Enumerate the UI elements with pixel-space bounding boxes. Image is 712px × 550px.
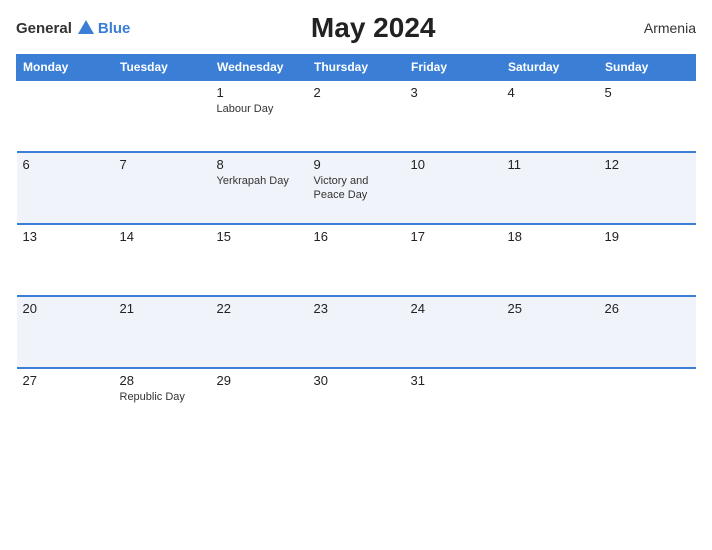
logo-blue: Blue bbox=[98, 20, 131, 37]
calendar-cell: 17 bbox=[405, 224, 502, 296]
day-number: 19 bbox=[605, 229, 690, 244]
holiday-label: Labour Day bbox=[217, 102, 302, 116]
week-row-5: 27 28 Republic Day 29 30 31 bbox=[17, 368, 696, 440]
calendar-cell: 9 Victory and Peace Day bbox=[308, 152, 405, 224]
day-number: 6 bbox=[23, 157, 108, 172]
calendar-cell: 5 bbox=[599, 80, 696, 152]
day-number: 4 bbox=[508, 85, 593, 100]
col-thursday: Thursday bbox=[308, 55, 405, 81]
month-title: May 2024 bbox=[130, 12, 616, 44]
day-number: 23 bbox=[314, 301, 399, 316]
calendar-cell bbox=[599, 368, 696, 440]
day-number: 20 bbox=[23, 301, 108, 316]
day-number: 12 bbox=[605, 157, 690, 172]
col-tuesday: Tuesday bbox=[114, 55, 211, 81]
calendar-cell: 1 Labour Day bbox=[211, 80, 308, 152]
header: General Blue May 2024 Armenia bbox=[16, 12, 696, 44]
week-row-1: 1 Labour Day 2345 bbox=[17, 80, 696, 152]
logo-general: General bbox=[16, 20, 72, 37]
calendar-cell: 20 bbox=[17, 296, 114, 368]
day-number: 11 bbox=[508, 157, 593, 172]
calendar-cell: 18 bbox=[502, 224, 599, 296]
day-number: 30 bbox=[314, 373, 399, 388]
day-number: 14 bbox=[120, 229, 205, 244]
calendar-cell: 11 bbox=[502, 152, 599, 224]
col-monday: Monday bbox=[17, 55, 114, 81]
calendar-cell: 30 bbox=[308, 368, 405, 440]
col-friday: Friday bbox=[405, 55, 502, 81]
calendar-cell: 10 bbox=[405, 152, 502, 224]
calendar-cell: 13 bbox=[17, 224, 114, 296]
calendar: Monday Tuesday Wednesday Thursday Friday… bbox=[16, 54, 696, 440]
calendar-cell: 15 bbox=[211, 224, 308, 296]
calendar-cell bbox=[17, 80, 114, 152]
day-number: 26 bbox=[605, 301, 690, 316]
day-number: 27 bbox=[23, 373, 108, 388]
country-label: Armenia bbox=[616, 20, 696, 36]
day-number: 2 bbox=[314, 85, 399, 100]
calendar-cell: 28 Republic Day bbox=[114, 368, 211, 440]
day-number: 1 bbox=[217, 85, 302, 100]
calendar-cell: 12 bbox=[599, 152, 696, 224]
logo-triangle-icon bbox=[78, 20, 94, 34]
day-number: 18 bbox=[508, 229, 593, 244]
calendar-cell: 2 bbox=[308, 80, 405, 152]
calendar-cell: 4 bbox=[502, 80, 599, 152]
calendar-header-row: Monday Tuesday Wednesday Thursday Friday… bbox=[17, 55, 696, 81]
calendar-cell: 26 bbox=[599, 296, 696, 368]
day-number: 9 bbox=[314, 157, 399, 172]
calendar-cell: 8 Yerkrapah Day bbox=[211, 152, 308, 224]
calendar-cell: 31 bbox=[405, 368, 502, 440]
day-number: 25 bbox=[508, 301, 593, 316]
calendar-cell: 23 bbox=[308, 296, 405, 368]
calendar-cell: 16 bbox=[308, 224, 405, 296]
calendar-cell: 6 bbox=[17, 152, 114, 224]
day-number: 8 bbox=[217, 157, 302, 172]
page: General Blue May 2024 Armenia Monday Tue… bbox=[0, 0, 712, 550]
holiday-label: Yerkrapah Day bbox=[217, 174, 302, 188]
calendar-cell bbox=[114, 80, 211, 152]
calendar-cell: 29 bbox=[211, 368, 308, 440]
col-wednesday: Wednesday bbox=[211, 55, 308, 81]
holiday-label: Republic Day bbox=[120, 390, 205, 404]
day-number: 22 bbox=[217, 301, 302, 316]
day-number: 28 bbox=[120, 373, 205, 388]
week-row-3: 13 14 15 16 17 18 19 bbox=[17, 224, 696, 296]
holiday-label: Victory and Peace Day bbox=[314, 174, 399, 203]
week-row-2: 678 Yerkrapah Day 9 Victory and Peace Day 10… bbox=[17, 152, 696, 224]
day-number: 17 bbox=[411, 229, 496, 244]
week-row-4: 20 21 22 23 24 25 26 bbox=[17, 296, 696, 368]
day-number: 13 bbox=[23, 229, 108, 244]
calendar-cell: 7 bbox=[114, 152, 211, 224]
day-number: 3 bbox=[411, 85, 496, 100]
day-number: 31 bbox=[411, 373, 496, 388]
col-sunday: Sunday bbox=[599, 55, 696, 81]
day-number: 21 bbox=[120, 301, 205, 316]
day-number: 29 bbox=[217, 373, 302, 388]
logo: General Blue bbox=[16, 20, 130, 37]
calendar-cell: 21 bbox=[114, 296, 211, 368]
day-number: 7 bbox=[120, 157, 205, 172]
calendar-cell: 25 bbox=[502, 296, 599, 368]
calendar-cell: 22 bbox=[211, 296, 308, 368]
calendar-cell: 3 bbox=[405, 80, 502, 152]
calendar-cell bbox=[502, 368, 599, 440]
calendar-cell: 19 bbox=[599, 224, 696, 296]
calendar-cell: 27 bbox=[17, 368, 114, 440]
col-saturday: Saturday bbox=[502, 55, 599, 81]
calendar-cell: 14 bbox=[114, 224, 211, 296]
day-number: 16 bbox=[314, 229, 399, 244]
day-number: 15 bbox=[217, 229, 302, 244]
day-number: 5 bbox=[605, 85, 690, 100]
calendar-cell: 24 bbox=[405, 296, 502, 368]
day-number: 24 bbox=[411, 301, 496, 316]
day-number: 10 bbox=[411, 157, 496, 172]
